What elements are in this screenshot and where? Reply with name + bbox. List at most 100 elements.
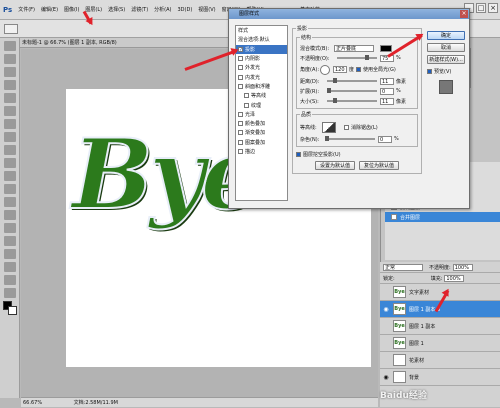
layer-row[interactable]: ◉ 背景	[380, 369, 500, 386]
spread-slider[interactable]	[327, 88, 377, 93]
style-list-item[interactable]: 斜面和浮雕	[236, 82, 287, 91]
type-tool-icon[interactable]	[4, 236, 16, 246]
style-checkbox[interactable]	[238, 130, 243, 136]
dodge-tool-icon[interactable]	[4, 210, 16, 220]
background-color-swatch[interactable]	[8, 306, 17, 315]
lasso-tool-icon[interactable]	[4, 67, 16, 77]
reset-default-button[interactable]: 复位为默认值	[359, 160, 399, 170]
menu-item[interactable]: 3D(D)	[174, 0, 195, 20]
gradient-tool-icon[interactable]	[4, 184, 16, 194]
menu-item[interactable]: 滤镜(T)	[128, 0, 151, 20]
spread-slider-thumb[interactable]	[327, 88, 331, 93]
eye-icon[interactable]: ◉	[382, 374, 390, 381]
marquee-tool-icon[interactable]	[4, 54, 16, 64]
style-list-item[interactable]: 描边	[236, 147, 287, 156]
blur-tool-icon[interactable]	[4, 197, 16, 207]
menu-item[interactable]: 编辑(E)	[38, 0, 61, 20]
blend-mode-select[interactable]: 正片叠底	[334, 44, 374, 52]
noise-slider-thumb[interactable]	[325, 136, 329, 141]
crop-tool-icon[interactable]	[4, 93, 16, 103]
antialias-checkbox[interactable]	[344, 124, 349, 130]
style-list-item[interactable]: 颜色叠加	[236, 119, 287, 128]
eraser-tool-icon[interactable]	[4, 171, 16, 181]
hand-tool-icon[interactable]	[4, 275, 16, 285]
style-list-label: 样式	[238, 28, 249, 35]
path-selection-tool-icon[interactable]	[4, 249, 16, 259]
menu-item[interactable]: 视图(V)	[195, 0, 218, 20]
menu-item[interactable]: 文件(F)	[15, 0, 38, 20]
style-list-item[interactable]: ✓ 投影	[236, 44, 287, 54]
style-checkbox[interactable]	[238, 83, 243, 89]
size-field[interactable]: 11	[380, 97, 394, 105]
global-light-checkbox[interactable]	[356, 67, 362, 72]
brush-tool-icon[interactable]	[4, 132, 16, 142]
style-checkbox[interactable]	[238, 56, 243, 62]
move-tool-icon[interactable]	[4, 41, 16, 51]
style-checkbox[interactable]	[244, 102, 249, 108]
style-list-item[interactable]: 光泽	[236, 110, 287, 119]
opacity-slider[interactable]	[337, 55, 377, 60]
history-item[interactable]: 合并图层	[385, 212, 500, 222]
magic-wand-tool-icon[interactable]	[4, 80, 16, 90]
style-list-item[interactable]: 图案叠加	[236, 138, 287, 147]
style-list-item[interactable]: 外发光	[236, 63, 287, 72]
noise-slider[interactable]	[325, 136, 375, 141]
style-list-item[interactable]: 纹理	[236, 100, 287, 109]
move-tool-preset[interactable]	[4, 24, 18, 34]
menu-item[interactable]: 选择(S)	[105, 0, 128, 20]
style-list-item[interactable]: 样式	[236, 26, 287, 35]
clone-stamp-tool-icon[interactable]	[4, 145, 16, 155]
menu-item[interactable]: 图像(I)	[61, 0, 82, 20]
pen-tool-icon[interactable]	[4, 223, 16, 233]
style-checkbox[interactable]	[238, 65, 243, 71]
preview-checkbox[interactable]	[427, 69, 432, 74]
contour-picker[interactable]	[322, 121, 336, 133]
style-list-item[interactable]: 渐变叠加	[236, 128, 287, 137]
angle-dial-icon[interactable]	[320, 64, 330, 75]
style-list-item[interactable]: 内发光	[236, 72, 287, 81]
layer-blend-mode-select[interactable]: 正常	[383, 263, 423, 271]
style-checkbox[interactable]	[238, 111, 243, 117]
eye-icon[interactable]: ◉	[382, 306, 390, 313]
style-checkbox[interactable]	[238, 149, 243, 154]
opacity-slider-thumb[interactable]	[365, 55, 369, 60]
style-checkbox[interactable]	[238, 121, 243, 127]
noise-field[interactable]: 0	[378, 135, 392, 143]
dialog-title-bar[interactable]: 图层样式 ×	[229, 9, 469, 19]
close-window-icon[interactable]: ×	[488, 3, 498, 13]
fill-field[interactable]: 100%	[444, 274, 465, 282]
style-list-item[interactable]: 混合选项:默认	[236, 35, 287, 44]
style-checkbox[interactable]	[238, 139, 243, 145]
zoom-tool-icon[interactable]	[4, 288, 16, 298]
size-slider-thumb[interactable]	[333, 98, 337, 103]
healing-brush-tool-icon[interactable]	[4, 119, 16, 129]
layer-row[interactable]: Bye 文字素材	[380, 284, 500, 301]
menu-item[interactable]: 分析(A)	[151, 0, 174, 20]
eyedropper-tool-icon[interactable]	[4, 106, 16, 116]
shadow-color-swatch[interactable]	[380, 44, 392, 52]
style-checkbox[interactable]	[244, 93, 249, 99]
set-default-button[interactable]: 设置为默认值	[315, 160, 355, 170]
cancel-button[interactable]: 取消	[427, 43, 465, 52]
spread-field[interactable]: 0	[380, 87, 394, 95]
knockout-checkbox[interactable]	[296, 151, 301, 157]
angle-field[interactable]: 120	[333, 66, 347, 73]
size-slider[interactable]	[327, 98, 377, 103]
ok-button[interactable]: 确定	[427, 31, 465, 40]
zoom-level[interactable]: 66.67%	[23, 400, 42, 406]
distance-field[interactable]: 11	[380, 77, 394, 85]
shape-tool-icon[interactable]	[4, 262, 16, 272]
layer-opacity-field[interactable]: 100%	[452, 263, 473, 271]
new-style-button[interactable]: 新建样式(W)...	[427, 55, 465, 64]
layer-row[interactable]: Bye 图层 1	[380, 335, 500, 352]
layer-row[interactable]: 花素材	[380, 352, 500, 369]
maximize-icon[interactable]: □	[476, 3, 486, 13]
layer-row[interactable]: Bye 图层 1 副本	[380, 318, 500, 335]
style-list-item[interactable]: 等高线	[236, 91, 287, 100]
style-list-item[interactable]: 内阴影	[236, 54, 287, 63]
distance-slider-thumb[interactable]	[333, 78, 337, 83]
distance-slider[interactable]	[327, 78, 377, 83]
close-icon[interactable]: ×	[460, 10, 468, 18]
style-checkbox[interactable]	[238, 74, 243, 80]
history-brush-tool-icon[interactable]	[4, 158, 16, 168]
